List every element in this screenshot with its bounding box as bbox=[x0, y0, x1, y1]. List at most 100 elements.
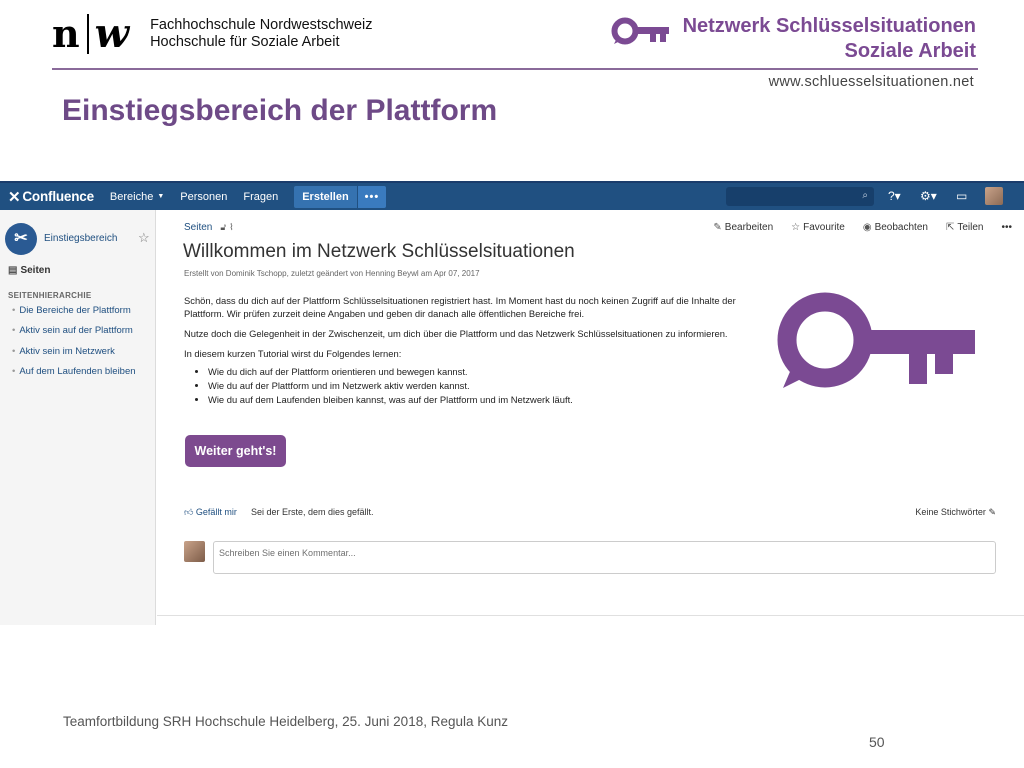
like-summary: Sei der Erste, dem dies gefällt. bbox=[250, 507, 374, 517]
like-button-label: Gefällt mir bbox=[195, 507, 237, 517]
space-name-link[interactable]: Einstiegsbereich bbox=[44, 233, 117, 244]
page-tree-item-label: Aktiv sein im Netzwerk bbox=[19, 345, 115, 357]
bullet-icon: • bbox=[12, 366, 16, 378]
nav-bereiche-label: Bereiche bbox=[109, 190, 154, 203]
page-content: Seiten 🔓︎ ⌇ ✎ Bearbeiten ☆ Favourite ◉ Beob… bbox=[157, 210, 1024, 625]
space-sidebar: ✂ Einstiegsbereich ☆ ▤ Seiten SEITENHIERA… bbox=[0, 210, 156, 625]
intro-paragraph: Schön, dass du dich auf der Plattform Sc… bbox=[184, 295, 736, 319]
bullet-icon: • bbox=[12, 305, 16, 316]
ellipsis-icon: ••• bbox=[1001, 222, 1012, 233]
pencil-icon: ✎ bbox=[713, 222, 722, 233]
confluence-x-icon: ✕ bbox=[8, 188, 21, 206]
nav-personen[interactable]: Personen bbox=[180, 191, 227, 203]
key-icon bbox=[611, 16, 669, 51]
star-icon[interactable]: ☆ bbox=[138, 230, 150, 246]
pencil-icon: ✎ bbox=[988, 507, 996, 517]
star-icon: ☆ bbox=[791, 222, 801, 233]
sidebar-item-pages-label: Seiten bbox=[20, 265, 51, 276]
chevron-down-icon: ▼ bbox=[157, 193, 165, 200]
page-tree-heading: SEITENHIERARCHIE bbox=[8, 291, 92, 300]
network-url: www.schluesselsituationen.net bbox=[768, 74, 974, 90]
tutorial-list: Wie du dich auf der Plattform orientiere… bbox=[208, 365, 754, 407]
fhnw-mark: n w bbox=[52, 14, 130, 54]
sidebar-item-pages[interactable]: ▤ Seiten bbox=[8, 265, 50, 276]
list-item: Wie du auf dem Laufenden bleiben kannst,… bbox=[208, 393, 754, 407]
bullet-icon: • bbox=[12, 325, 16, 337]
header-divider bbox=[52, 68, 978, 70]
fhnw-mark-w: w bbox=[94, 10, 131, 57]
slide-page-number: 50 bbox=[869, 734, 885, 750]
edit-button-label: Bearbeiten bbox=[724, 222, 774, 233]
pages-icon: ▤ bbox=[8, 265, 18, 276]
page-byline: Erstellt von Dominik Tschopp, zuletzt ge… bbox=[184, 269, 480, 278]
page-title: Willkommen im Netzwerk Schlüsselsituatio… bbox=[183, 241, 575, 262]
network-name-line2: Soziale Arbeit bbox=[844, 40, 976, 62]
watch-button[interactable]: ◉ Beobachten bbox=[863, 222, 928, 233]
breadcrumb: Seiten 🔓︎ ⌇ bbox=[184, 222, 234, 233]
confluence-logo[interactable]: ✕ Confluence bbox=[8, 188, 94, 206]
key-logo-icon bbox=[777, 292, 977, 397]
nav-bereiche[interactable]: Bereiche ▼ bbox=[110, 191, 164, 203]
fhnw-name: Fachhochschule Nordwestschweiz Hochschul… bbox=[150, 17, 372, 51]
search-input[interactable]: ⌕ bbox=[726, 187, 874, 206]
page-tree: • Die Bereiche der Plattform • Aktiv sein … bbox=[12, 305, 136, 387]
share-button[interactable]: ⇱ Teilen bbox=[946, 222, 984, 233]
tutorial-paragraph: In diesem kurzen Tutorial wirst du Folge… bbox=[184, 348, 402, 359]
labels-area[interactable]: Keine Stichwörter ✎ bbox=[915, 507, 996, 518]
lock-icon[interactable]: 🔓︎ bbox=[220, 222, 226, 233]
thumbs-up-icon: 👍︎ bbox=[184, 507, 194, 517]
page-tree-item-label: Die Bereiche der Plattform bbox=[19, 305, 131, 316]
fhnw-logo: n w Fachhochschule Nordwestschweiz Hochs… bbox=[52, 14, 373, 54]
slide-title: Einstiegsbereich der Plattform bbox=[62, 94, 498, 127]
list-item: Wie du dich auf der Plattform orientiere… bbox=[208, 365, 754, 379]
more-actions-button[interactable]: ••• bbox=[1001, 222, 1012, 233]
watch-button-label: Beobachten bbox=[874, 222, 928, 233]
fhnw-mark-n: n bbox=[52, 11, 81, 56]
favourite-button[interactable]: ☆ Favourite bbox=[791, 222, 845, 233]
page-tree-item[interactable]: • Auf dem Laufenden bleiben bbox=[12, 366, 136, 386]
continue-button[interactable]: Weiter geht's! bbox=[185, 435, 286, 467]
gear-icon[interactable]: ⚙▾ bbox=[920, 189, 937, 203]
labels-text: Keine Stichwörter bbox=[915, 507, 986, 517]
like-button[interactable]: 👍︎ Gefällt mir bbox=[184, 507, 237, 518]
eye-icon: ◉ bbox=[862, 222, 872, 233]
user-avatar[interactable] bbox=[985, 187, 1003, 205]
content-divider bbox=[157, 615, 1024, 616]
info-paragraph: Nutze doch die Gelegenheit in der Zwisch… bbox=[184, 328, 728, 339]
inbox-icon[interactable]: ▭ bbox=[956, 189, 967, 203]
create-more-button[interactable]: ••• bbox=[357, 185, 387, 208]
page-actions: ✎ Bearbeiten ☆ Favourite ◉ Beobachten ⇱ Teil… bbox=[695, 222, 1012, 233]
list-item: Wie du auf der Plattform und im Netzwerk… bbox=[208, 379, 754, 393]
comment-avatar bbox=[184, 541, 205, 562]
breadcrumb-pages-link[interactable]: Seiten bbox=[184, 222, 212, 233]
fhnw-name-line1: Fachhochschule Nordwestschweiz bbox=[150, 17, 373, 33]
nav-fragen-label: Fragen bbox=[243, 190, 279, 203]
network-logo: Netzwerk Schlüsselsituationen Soziale Ar… bbox=[611, 14, 976, 64]
page-tree-item-label: Aktiv sein auf der Plattform bbox=[19, 325, 133, 337]
comment-input[interactable]: Schreiben Sie einen Kommentar... bbox=[213, 541, 996, 574]
nav-fragen[interactable]: Fragen bbox=[243, 191, 278, 203]
space-logo-icon[interactable]: ✂ bbox=[5, 223, 37, 255]
page-tree-item[interactable]: • Aktiv sein auf der Plattform bbox=[12, 325, 136, 345]
page-tree-item[interactable]: • Aktiv sein im Netzwerk bbox=[12, 346, 136, 366]
share-icon: ⇱ bbox=[945, 222, 955, 233]
bullet-icon: • bbox=[12, 345, 16, 357]
search-icon: ⌕ bbox=[862, 190, 868, 201]
confluence-screenshot: ✕ Confluence Bereiche ▼ Personen Fragen … bbox=[0, 181, 1024, 625]
create-button[interactable]: Erstellen bbox=[294, 185, 357, 208]
help-icon[interactable]: ?▾ bbox=[888, 189, 901, 203]
confluence-topbar: ✕ Confluence Bereiche ▼ Personen Fragen … bbox=[0, 183, 1024, 210]
page-body: Schön, dass du dich auf der Plattform Sc… bbox=[184, 294, 754, 407]
share-button-label: Teilen bbox=[957, 222, 984, 233]
page-tree-item[interactable]: • Die Bereiche der Plattform bbox=[12, 305, 136, 325]
like-row: 👍︎ Gefällt mir Sei der Erste, dem dies g… bbox=[184, 507, 374, 518]
favourite-button-label: Favourite bbox=[803, 222, 845, 233]
slide-footer: Teamfortbildung SRH Hochschule Heidelber… bbox=[63, 714, 509, 729]
nav-personen-label: Personen bbox=[180, 190, 228, 203]
page-tree-item-label: Auf dem Laufenden bleiben bbox=[19, 366, 136, 378]
fhnw-mark-divider bbox=[86, 14, 89, 54]
edit-button[interactable]: ✎ Bearbeiten bbox=[713, 222, 773, 233]
confluence-logo-text: Confluence bbox=[22, 189, 94, 204]
network-name: Netzwerk Schlüsselsituationen Soziale Ar… bbox=[683, 14, 976, 64]
attachment-icon[interactable]: ⌇ bbox=[229, 222, 233, 233]
